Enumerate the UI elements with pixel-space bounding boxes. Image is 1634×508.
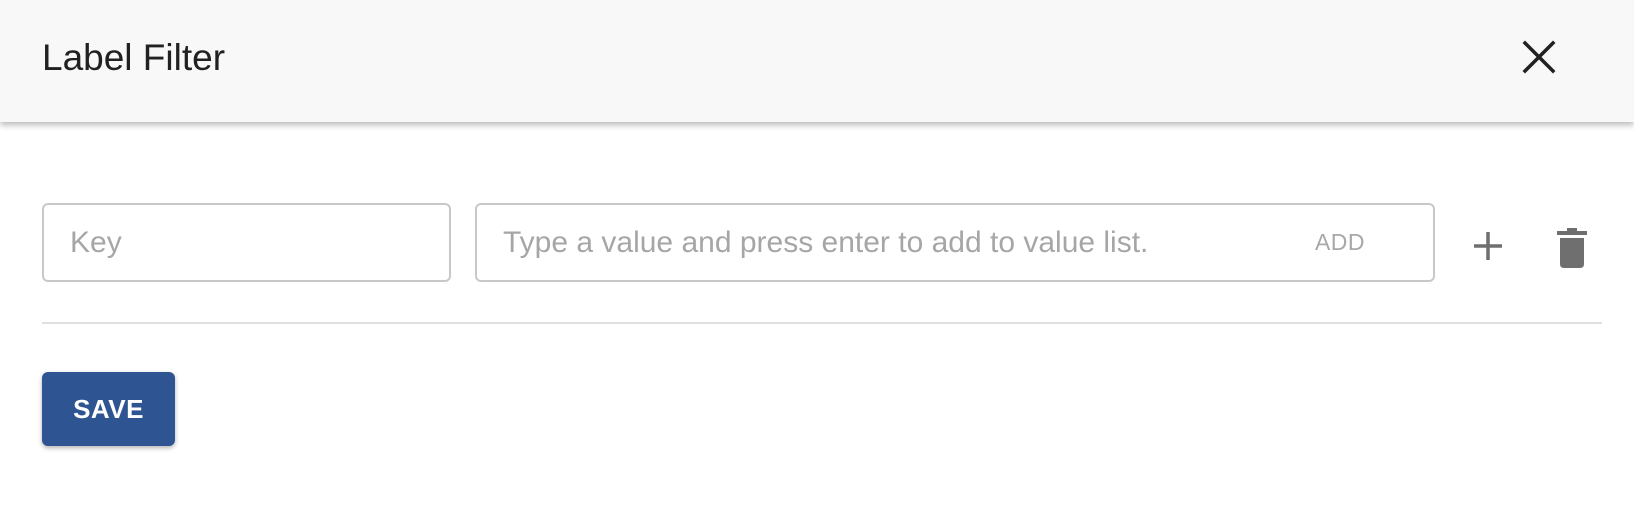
plus-icon — [1474, 232, 1502, 260]
dialog-header: Label Filter — [0, 0, 1634, 122]
close-icon — [1522, 40, 1556, 74]
value-field: ADD — [475, 203, 1435, 282]
dialog-title: Label Filter — [42, 37, 226, 78]
close-button[interactable] — [1518, 36, 1560, 78]
add-row-button[interactable] — [1470, 228, 1506, 264]
add-value-button[interactable]: ADD — [1285, 222, 1395, 262]
value-input[interactable] — [477, 205, 1277, 280]
key-input[interactable] — [42, 203, 451, 282]
trash-icon — [1557, 228, 1587, 268]
divider — [42, 322, 1602, 324]
save-button[interactable]: SAVE — [42, 372, 175, 446]
delete-row-button[interactable] — [1556, 228, 1588, 268]
